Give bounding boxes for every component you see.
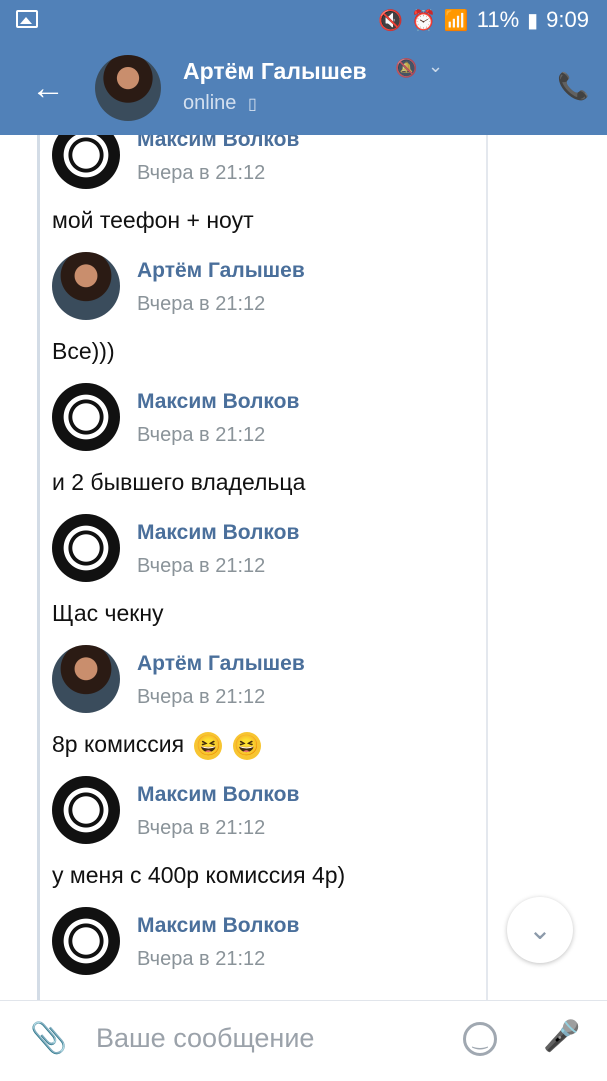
gallery-notification-icon — [16, 10, 38, 28]
battery-percentage: 11% — [476, 7, 520, 32]
laughing-emoji-icon — [232, 731, 261, 760]
author-name[interactable]: Максим Волков — [137, 135, 299, 152]
message-time: Вчера в 21:12 — [137, 555, 266, 577]
message-time: Вчера в 21:12 — [137, 817, 266, 839]
presence-text: online — [183, 92, 237, 114]
forwarded-right-border — [486, 135, 488, 1000]
avatar[interactable] — [52, 514, 120, 582]
chat-header: ← Артём Галышев 🔕 ⌄ online ▯ 📞 — [0, 40, 607, 135]
author-name[interactable]: Артём Галышев — [137, 652, 305, 676]
laughing-emoji-icon — [194, 731, 223, 760]
author-name[interactable]: Максим Волков — [137, 914, 299, 938]
message-text: Щас чекну — [52, 600, 164, 626]
avatar[interactable] — [52, 383, 120, 451]
message-input[interactable]: Ваше сообщение — [96, 1023, 426, 1054]
message-text: мой теефон + ноут — [52, 207, 254, 233]
presence-status: online ▯ — [183, 92, 257, 115]
wifi-icon: 📶 — [443, 9, 469, 32]
message-time: Вчера в 21:12 — [137, 686, 266, 708]
avatar[interactable] — [52, 907, 120, 975]
author-name[interactable]: Максим Волков — [137, 783, 299, 807]
message-text: у меня с 400р комиссия 4р) — [52, 862, 346, 888]
message-text: 8р комиссия — [52, 731, 185, 757]
chevron-down-icon: ⌄ — [528, 914, 552, 945]
contact-avatar[interactable] — [95, 55, 161, 121]
message-time: Вчера в 21:12 — [137, 424, 266, 446]
message-time: Вчера в 21:12 — [137, 162, 266, 184]
author-name[interactable]: Максим Волков — [137, 390, 299, 414]
avatar[interactable] — [52, 135, 120, 189]
contact-name[interactable]: Артём Галышев — [183, 58, 367, 85]
smiley-icon[interactable]: ‿ — [463, 1022, 497, 1056]
message-time: Вчера в 21:12 — [137, 948, 266, 970]
avatar[interactable] — [52, 252, 120, 320]
back-arrow-icon[interactable]: ← — [28, 68, 68, 108]
status-bar: 🔇 ⏰ 📶 11% ▮ 9:09 — [0, 0, 607, 40]
message-composer: 📎 Ваше сообщение ‿ 🎤 — [0, 1000, 607, 1081]
paperclip-icon[interactable]: 📎 — [30, 1021, 67, 1056]
status-icons: 🔇 ⏰ 📶 11% ▮ 9:09 — [378, 6, 589, 34]
alarm-icon: ⏰ — [410, 9, 436, 32]
message-text: и 2 бывшего владельца — [52, 469, 306, 495]
scroll-down-button[interactable]: ⌄ — [507, 897, 573, 963]
phone-icon[interactable]: 📞 — [557, 72, 589, 100]
avatar[interactable] — [52, 645, 120, 713]
message-text-container: 8р комиссия — [52, 731, 261, 760]
message-time: Вчера в 21:12 — [137, 293, 266, 315]
mute-icon: 🔕 — [395, 58, 418, 78]
battery-icon: ▮ — [527, 9, 539, 32]
avatar[interactable] — [52, 776, 120, 844]
author-name[interactable]: Артём Галышев — [137, 259, 305, 283]
message-history[interactable]: Максим Волков Вчера в 21:12 мой теефон +… — [0, 135, 607, 1000]
clock: 9:09 — [546, 7, 589, 32]
forwarded-quote-bar — [37, 135, 40, 1000]
message-text: Все))) — [52, 338, 115, 364]
mute-status-icon: 🔇 — [378, 9, 403, 32]
microphone-icon[interactable]: 🎤 — [543, 1019, 580, 1063]
author-name[interactable]: Максим Волков — [137, 521, 299, 545]
chevron-down-icon[interactable]: ⌄ — [428, 56, 443, 77]
mobile-device-icon: ▯ — [247, 96, 257, 113]
